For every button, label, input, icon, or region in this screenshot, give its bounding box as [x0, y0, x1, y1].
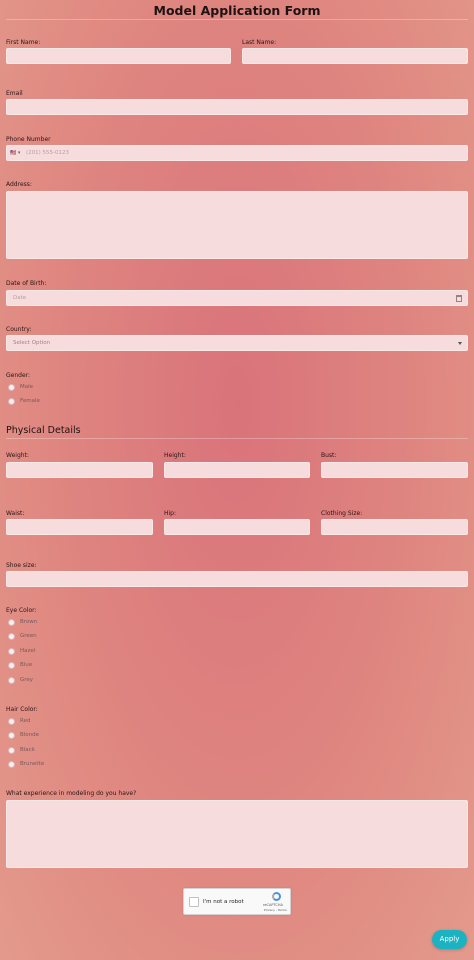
- radio-button[interactable]: [8, 384, 15, 391]
- gender-option-female[interactable]: Female: [8, 397, 68, 406]
- option-label: Male: [20, 384, 34, 390]
- address-label: Address:: [6, 181, 32, 188]
- apply-button[interactable]: Apply: [432, 930, 467, 949]
- hair-option-blonde[interactable]: Blonde: [8, 731, 68, 740]
- shoe-size-field[interactable]: [6, 571, 468, 587]
- option-label: Black: [20, 747, 35, 753]
- phone-field[interactable]: 🇺🇸 ▾ (201) 555-0123: [6, 145, 468, 161]
- clothing-size-label: Clothing Size:: [321, 510, 363, 517]
- bust-field[interactable]: [321, 462, 468, 478]
- eye-option-brown[interactable]: Brown: [8, 618, 68, 627]
- hair-color-label: Hair Color:: [6, 706, 38, 713]
- radio-button[interactable]: [8, 677, 15, 684]
- recaptcha-logo-icon: [272, 892, 281, 901]
- option-label: Brunette: [20, 761, 45, 767]
- weight-label: Weight:: [6, 452, 29, 459]
- dob-label: Date of Birth:: [6, 280, 47, 287]
- option-label: Hazel: [20, 648, 36, 654]
- recaptcha-brand: reCAPTCHA: [263, 903, 283, 907]
- option-label: Brown: [20, 619, 38, 625]
- hair-option-red[interactable]: Red: [8, 717, 68, 726]
- radio-button[interactable]: [8, 398, 15, 405]
- calendar-icon[interactable]: [456, 295, 462, 302]
- option-label: Grey: [20, 677, 34, 683]
- radio-button[interactable]: [8, 619, 15, 626]
- physical-details-heading: Physical Details: [6, 425, 81, 436]
- address-textarea[interactable]: [6, 191, 468, 259]
- eye-option-grey[interactable]: Grey: [8, 676, 68, 685]
- radio-button[interactable]: [8, 662, 15, 669]
- phone-placeholder: (201) 555-0123: [26, 150, 70, 156]
- radio-button[interactable]: [8, 648, 15, 655]
- country-select[interactable]: Select Option: [6, 335, 468, 351]
- hip-field[interactable]: [164, 519, 310, 535]
- first-name-field[interactable]: [6, 48, 231, 64]
- last-name-label: Last Name:: [242, 39, 277, 46]
- eye-option-green[interactable]: Green: [8, 632, 68, 641]
- title-divider: [6, 19, 468, 20]
- email-label: Email: [6, 90, 23, 97]
- radio-button[interactable]: [8, 732, 15, 739]
- radio-button[interactable]: [8, 747, 15, 754]
- height-field[interactable]: [164, 462, 310, 478]
- option-label: Green: [20, 633, 37, 639]
- experience-textarea[interactable]: [6, 800, 468, 868]
- phone-label: Phone Number: [6, 136, 51, 143]
- clothing-size-field[interactable]: [321, 519, 468, 535]
- recaptcha-checkbox[interactable]: [189, 897, 199, 907]
- option-label: Red: [20, 718, 31, 724]
- waist-label: Waist:: [6, 510, 25, 517]
- chevron-down-icon: [458, 342, 462, 345]
- option-label: Female: [20, 398, 40, 404]
- hair-option-brunette[interactable]: Brunette: [8, 760, 68, 769]
- eye-option-blue[interactable]: Blue: [8, 661, 68, 670]
- radio-button[interactable]: [8, 718, 15, 725]
- first-name-label: First Name:: [6, 39, 41, 46]
- radio-button[interactable]: [8, 761, 15, 768]
- country-label: Country:: [6, 326, 32, 333]
- weight-field[interactable]: [6, 462, 153, 478]
- gender-option-male[interactable]: Male: [8, 383, 68, 392]
- waist-field[interactable]: [6, 519, 153, 535]
- eye-option-hazel[interactable]: Hazel: [8, 647, 68, 656]
- hair-option-black[interactable]: Black: [8, 746, 68, 755]
- dob-field[interactable]: Date: [6, 290, 468, 306]
- bust-label: Bust:: [321, 452, 337, 459]
- experience-label: What experience in modeling do you have?: [6, 790, 137, 797]
- dob-placeholder: Date: [13, 295, 27, 301]
- recaptcha-widget: I'm not a robot reCAPTCHA Privacy - Term…: [183, 888, 291, 915]
- form-title: Model Application Form: [153, 3, 321, 18]
- section-divider: [6, 438, 468, 439]
- email-field[interactable]: [6, 99, 468, 115]
- recaptcha-links[interactable]: Privacy - Terms: [264, 908, 287, 912]
- last-name-field[interactable]: [242, 48, 468, 64]
- eye-color-label: Eye Color:: [6, 607, 37, 614]
- gender-label: Gender:: [6, 372, 31, 379]
- country-placeholder: Select Option: [13, 340, 51, 346]
- us-flag-icon[interactable]: 🇺🇸 ▾: [10, 150, 20, 156]
- option-label: Blue: [20, 662, 33, 668]
- radio-button[interactable]: [8, 633, 15, 640]
- recaptcha-label: I'm not a robot: [203, 899, 244, 905]
- shoe-size-label: Shoe size:: [6, 562, 37, 569]
- height-label: Height:: [164, 452, 186, 459]
- hip-label: Hip:: [164, 510, 177, 517]
- option-label: Blonde: [20, 732, 40, 738]
